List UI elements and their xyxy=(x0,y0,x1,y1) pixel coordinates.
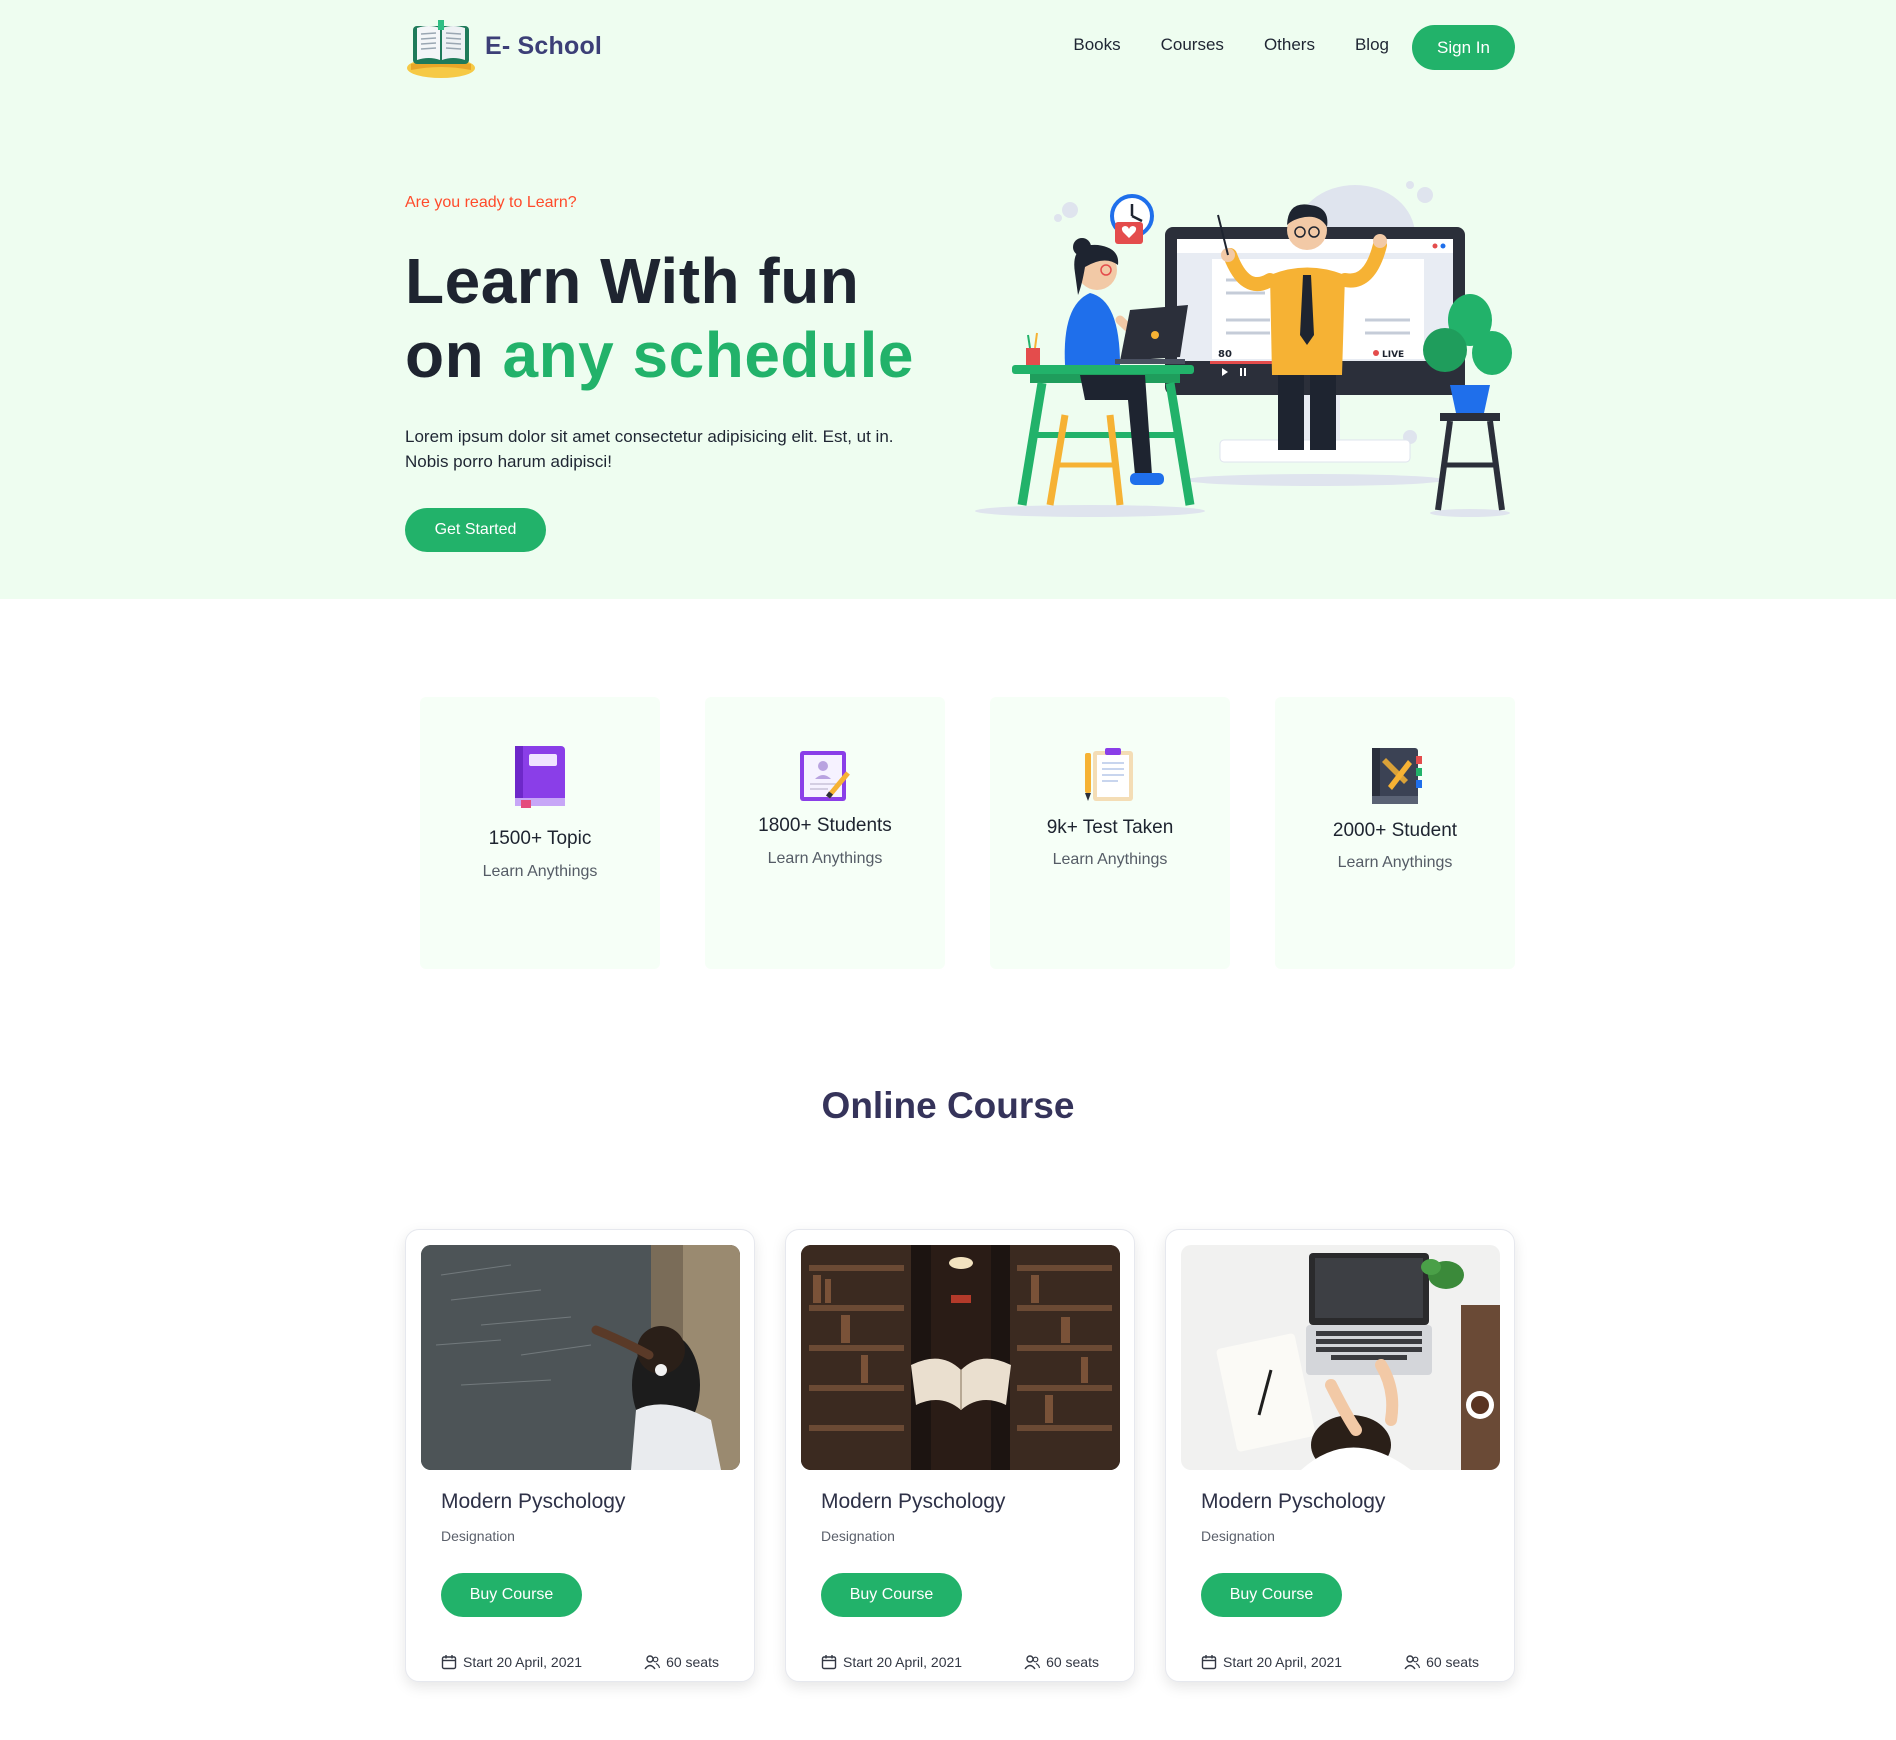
course-start-date: Start 20 April, 2021 xyxy=(1201,1654,1342,1670)
course-designation: Designation xyxy=(1201,1528,1275,1544)
logo-book-icon[interactable] xyxy=(405,18,477,80)
course-seats-text: 60 seats xyxy=(1426,1654,1479,1670)
hero-description-line2: Nobis porro harum adipisci! xyxy=(405,452,612,471)
course-seats-text: 60 seats xyxy=(666,1654,719,1670)
course-start-text: Start 20 April, 2021 xyxy=(463,1654,583,1670)
users-icon xyxy=(644,1655,661,1670)
clipboard-test-icon xyxy=(1085,748,1133,801)
stat-number: 1800+ Students xyxy=(758,815,892,836)
buy-course-button[interactable]: Buy Course xyxy=(441,1573,582,1617)
stat-card: 1500+ Topic Learn Anythings xyxy=(420,697,660,969)
notebook-icon xyxy=(1372,748,1422,804)
live-badge: LIVE xyxy=(1382,350,1404,360)
stat-number: 9k+ Test Taken xyxy=(1046,817,1174,838)
course-start-date: Start 20 April, 2021 xyxy=(821,1654,962,1670)
online-course-heading: Online Course xyxy=(821,1085,1075,1126)
main-menu: Books Courses Others Blog xyxy=(1073,35,1389,55)
nav-link-others[interactable]: Others xyxy=(1264,35,1315,55)
users-icon xyxy=(1024,1655,1041,1670)
sign-in-button[interactable]: Sign In xyxy=(1412,25,1515,70)
hero-description-line1: Lorem ipsum dolor sit amet consectetur a… xyxy=(405,427,894,446)
heart-bubble-icon xyxy=(1115,222,1143,244)
course-title[interactable]: Modern Pyschology xyxy=(1201,1490,1385,1514)
hero-title-line1: Learn With fun xyxy=(405,245,860,317)
course-image-library[interactable] xyxy=(801,1245,1120,1470)
hero-kicker: Are you ready to Learn? xyxy=(405,194,577,211)
users-icon xyxy=(1404,1655,1421,1670)
online-learning-illustration: 80 LIVE xyxy=(975,181,1512,517)
hero-title-line2-prefix: on xyxy=(405,319,503,391)
nav-link-blog[interactable]: Blog xyxy=(1355,35,1389,55)
certificate-icon xyxy=(800,751,850,801)
stat-caption: Learn Anythings xyxy=(1052,851,1168,868)
buy-course-button[interactable]: Buy Course xyxy=(1201,1573,1342,1617)
stat-card: 2000+ Student Learn Anythings xyxy=(1275,697,1515,969)
course-start-text: Start 20 April, 2021 xyxy=(1223,1654,1343,1670)
course-title[interactable]: Modern Pyschology xyxy=(821,1490,1005,1514)
hero-title: Learn With fun on any schedule xyxy=(405,244,914,392)
calendar-icon xyxy=(821,1655,837,1670)
course-title[interactable]: Modern Pyschology xyxy=(441,1490,625,1514)
course-seats-text: 60 seats xyxy=(1046,1654,1099,1670)
course-designation: Designation xyxy=(821,1528,895,1544)
course-image-chalkboard[interactable] xyxy=(421,1245,740,1470)
course-card: Modern Pyschology Designation Buy Course… xyxy=(1165,1229,1515,1682)
stat-caption: Learn Anythings xyxy=(767,850,883,867)
nav-link-courses[interactable]: Courses xyxy=(1161,35,1224,55)
course-start-text: Start 20 April, 2021 xyxy=(843,1654,963,1670)
course-image-laptop-desk[interactable] xyxy=(1181,1245,1500,1470)
stat-caption: Learn Anythings xyxy=(482,863,598,880)
stat-number: 1500+ Topic xyxy=(488,828,592,849)
course-designation: Designation xyxy=(441,1528,515,1544)
hero-title-accent: any schedule xyxy=(502,319,914,391)
course-seats: 60 seats xyxy=(1404,1654,1479,1670)
stat-caption: Learn Anythings xyxy=(1337,854,1453,871)
course-start-date: Start 20 April, 2021 xyxy=(441,1654,582,1670)
buy-course-button[interactable]: Buy Course xyxy=(821,1573,962,1617)
book-icon xyxy=(515,746,565,808)
top-navigation: E- School Books Courses Others Blog Sign… xyxy=(405,16,1515,80)
course-seats: 60 seats xyxy=(644,1654,719,1670)
stat-number: 2000+ Student xyxy=(1332,820,1458,841)
nav-link-books[interactable]: Books xyxy=(1073,35,1120,55)
course-card: Modern Pyschology Designation Buy Course… xyxy=(405,1229,755,1682)
stat-card: 1800+ Students Learn Anythings xyxy=(705,697,945,969)
get-started-button[interactable]: Get Started xyxy=(405,508,546,552)
calendar-icon xyxy=(441,1655,457,1670)
stat-card: 9k+ Test Taken Learn Anythings xyxy=(990,697,1230,969)
hero-section: E- School Books Courses Others Blog Sign… xyxy=(0,0,1896,599)
course-seats: 60 seats xyxy=(1024,1654,1099,1670)
calendar-icon xyxy=(1201,1655,1217,1670)
hero-description: Lorem ipsum dolor sit amet consectetur a… xyxy=(405,424,945,474)
brand-name[interactable]: E- School xyxy=(485,32,602,61)
course-card: Modern Pyschology Designation Buy Course… xyxy=(785,1229,1135,1682)
viewer-count-label: 80 xyxy=(1218,349,1232,360)
